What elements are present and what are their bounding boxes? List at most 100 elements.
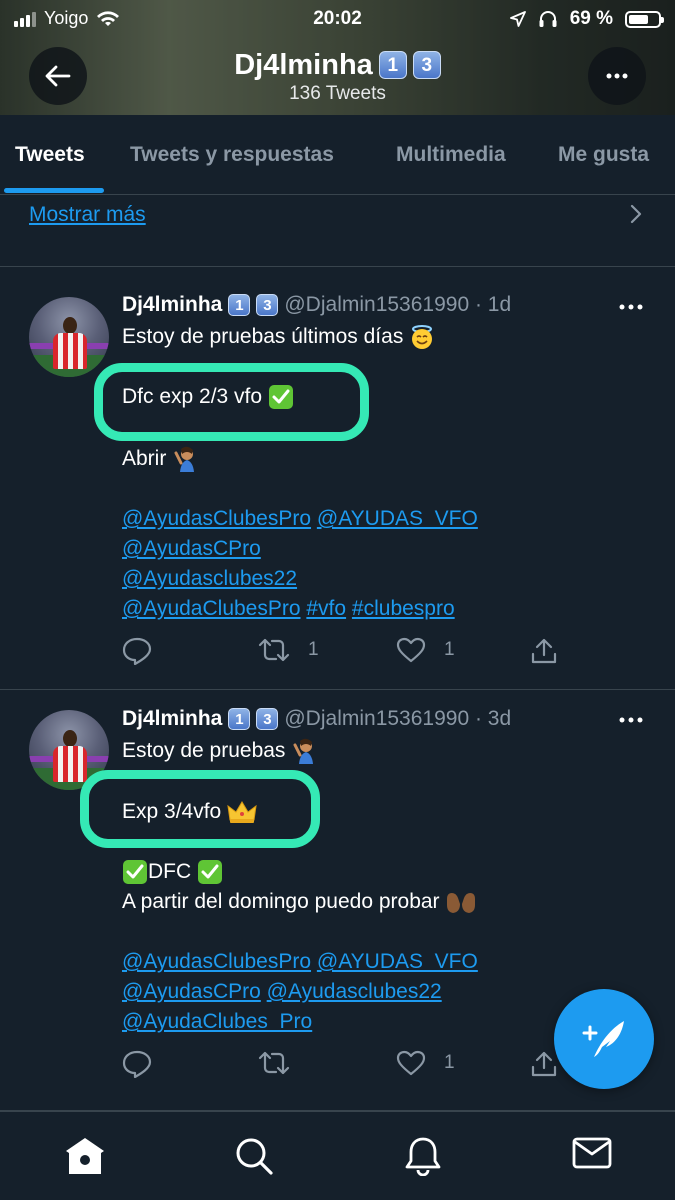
tab-tweets[interactable]: Tweets [15, 143, 85, 167]
reply-button[interactable] [122, 1050, 152, 1078]
smiling-halo-emoji-icon [412, 325, 433, 350]
heart-icon [396, 1050, 426, 1076]
hashtag-link[interactable]: #vfo [306, 597, 346, 620]
hashtag-link[interactable]: #clubespro [352, 597, 455, 620]
crown-emoji-icon [227, 801, 257, 824]
retweet-button[interactable] [258, 1050, 308, 1076]
avatar[interactable] [29, 297, 109, 377]
tweet-card[interactable]: Dj4lminha 1 3 @Djalmin15361990 · 1d Esto… [0, 267, 675, 690]
tweet-mentions-line: @AyudasCPro @Ayudasclubes22 [122, 977, 442, 1007]
mention-link[interactable]: @AyudasClubesPro [122, 507, 311, 530]
nav-search-button[interactable] [234, 1136, 274, 1181]
profile-header: Yoigo 20:02 69 % Dj4lminha 1 3 136 Tweet… [0, 0, 675, 115]
tweet-handle-time: @Djalmin15361990 · 1d [284, 293, 512, 316]
location-arrow-icon [509, 11, 526, 27]
battery-icon [625, 10, 664, 28]
tweet-mentions-line: @AyudasClubesPro @AYUDAS_VFO [122, 947, 478, 977]
tweet-text-line: DFC [122, 857, 223, 887]
tweet-header: Dj4lminha 1 3 @Djalmin15361990 · 3d [122, 707, 511, 731]
keycap-badge: 1 [228, 708, 251, 730]
check-mark-emoji-icon [198, 860, 223, 885]
tweet-header: Dj4lminha 1 3 @Djalmin15361990 · 1d [122, 293, 511, 317]
tweet-handle-time: @Djalmin15361990 · 3d [284, 707, 512, 730]
tweet-author-name[interactable]: Dj4lminha [122, 707, 222, 731]
tweet-text-line: Estoy de pruebas últimos días [122, 322, 435, 352]
retweet-icon [258, 638, 290, 662]
tweet-text: Estoy de pruebas [122, 739, 286, 762]
check-mark-emoji-icon [268, 385, 293, 410]
active-tab-indicator [4, 188, 104, 193]
search-icon [236, 1138, 273, 1175]
mention-link[interactable]: @AYUDAS_VFO [317, 507, 478, 530]
status-bar: Yoigo 20:02 69 % [0, 0, 675, 38]
tweet-mentions-line: @AyudaClubes_Pro [122, 1007, 312, 1037]
tweet-mentions-line: @AyudasCPro [122, 534, 261, 564]
person-gesturing-emoji-icon [174, 447, 195, 473]
tweet-more-icon[interactable] [619, 304, 643, 310]
mention-link[interactable]: @AyudasCPro [122, 980, 261, 1003]
tweet-mentions-line: @AyudasClubesPro @AYUDAS_VFO [122, 504, 478, 534]
like-button[interactable]: 1 [396, 1050, 455, 1076]
share-icon [531, 1051, 557, 1077]
nav-notifications-button[interactable] [404, 1136, 442, 1181]
tab-likes[interactable]: Me gusta [558, 143, 649, 167]
more-options-button[interactable] [588, 47, 646, 105]
show-more-row[interactable]: Mostrar más [0, 195, 675, 267]
header-title-block: Dj4lminha 1 3 136 Tweets [0, 47, 675, 105]
tweet-text-line: Exp 3/4vfo [122, 797, 257, 827]
mention-link[interactable]: @AyudasCPro [122, 537, 261, 560]
bottom-navigation [0, 1111, 675, 1200]
person-gesturing-emoji-icon [293, 739, 314, 765]
profile-name: Dj4lminha [234, 49, 373, 81]
mention-link[interactable]: @AyudaClubes_Pro [122, 1010, 312, 1033]
mention-link[interactable]: @Ayudasclubes22 [122, 567, 297, 590]
profile-tabs: Tweets Tweets y respuestas Multimedia Me… [0, 115, 675, 195]
tweet-more-icon[interactable] [619, 717, 643, 723]
keycap-badge: 3 [256, 708, 279, 730]
compose-tweet-button[interactable] [554, 989, 654, 1089]
tweet-text-line: A partir del domingo puedo probar [122, 887, 477, 917]
mention-link[interactable]: @Ayudasclubes22 [267, 980, 442, 1003]
reply-button[interactable] [122, 637, 152, 665]
retweet-count: 1 [308, 639, 319, 660]
tweet-text-line: Abrir [122, 444, 200, 474]
keycap-badge: 3 [256, 294, 279, 316]
reply-icon [122, 637, 152, 665]
tweet-count: 136 Tweets [289, 83, 386, 104]
tweet-text: A partir del domingo puedo probar [122, 890, 440, 913]
tweet-text: DFC [148, 860, 192, 883]
nav-messages-button[interactable] [572, 1136, 612, 1175]
chevron-right-icon [630, 204, 642, 224]
tweet-author-name[interactable]: Dj4lminha [122, 293, 222, 317]
page-title: Dj4lminha 1 3 [234, 47, 441, 83]
feather-plus-icon [582, 1021, 624, 1057]
mention-link[interactable]: @AyudaClubesPro [122, 597, 301, 620]
share-button[interactable] [530, 1050, 558, 1078]
headphones-icon [539, 11, 557, 27]
mail-icon [572, 1137, 612, 1169]
share-button[interactable] [530, 637, 558, 665]
bell-icon [405, 1137, 441, 1177]
like-count: 1 [444, 1052, 455, 1073]
like-button[interactable]: 1 [396, 637, 455, 663]
tweet-text-line: Dfc exp 2/3 vfo [122, 382, 294, 412]
tweet-mentions-line: @AyudaClubesPro #vfo #clubespro [122, 594, 455, 624]
keycap-badge: 1 [228, 294, 251, 316]
battery-percent: 69 % [569, 8, 613, 29]
tweet-text: Dfc exp 2/3 vfo [122, 385, 263, 408]
check-mark-emoji-icon [123, 860, 147, 885]
tab-tweets-replies[interactable]: Tweets y respuestas [130, 143, 334, 167]
keycap-badge: 3 [412, 51, 441, 79]
retweet-icon [258, 1051, 290, 1075]
show-more-link[interactable]: Mostrar más [29, 203, 146, 227]
tweet-text: Exp 3/4vfo [122, 800, 222, 823]
keycap-badge: 1 [378, 51, 407, 79]
nav-home-button[interactable] [64, 1136, 106, 1181]
tweet-text-line: Estoy de pruebas [122, 736, 319, 766]
share-icon [531, 638, 557, 664]
tab-media[interactable]: Multimedia [396, 143, 506, 167]
tweet-text: Estoy de pruebas últimos días [122, 325, 404, 348]
retweet-button[interactable]: 1 [258, 637, 319, 663]
mention-link[interactable]: @AyudasClubesPro [122, 950, 311, 973]
mention-link[interactable]: @AYUDAS_VFO [317, 950, 478, 973]
